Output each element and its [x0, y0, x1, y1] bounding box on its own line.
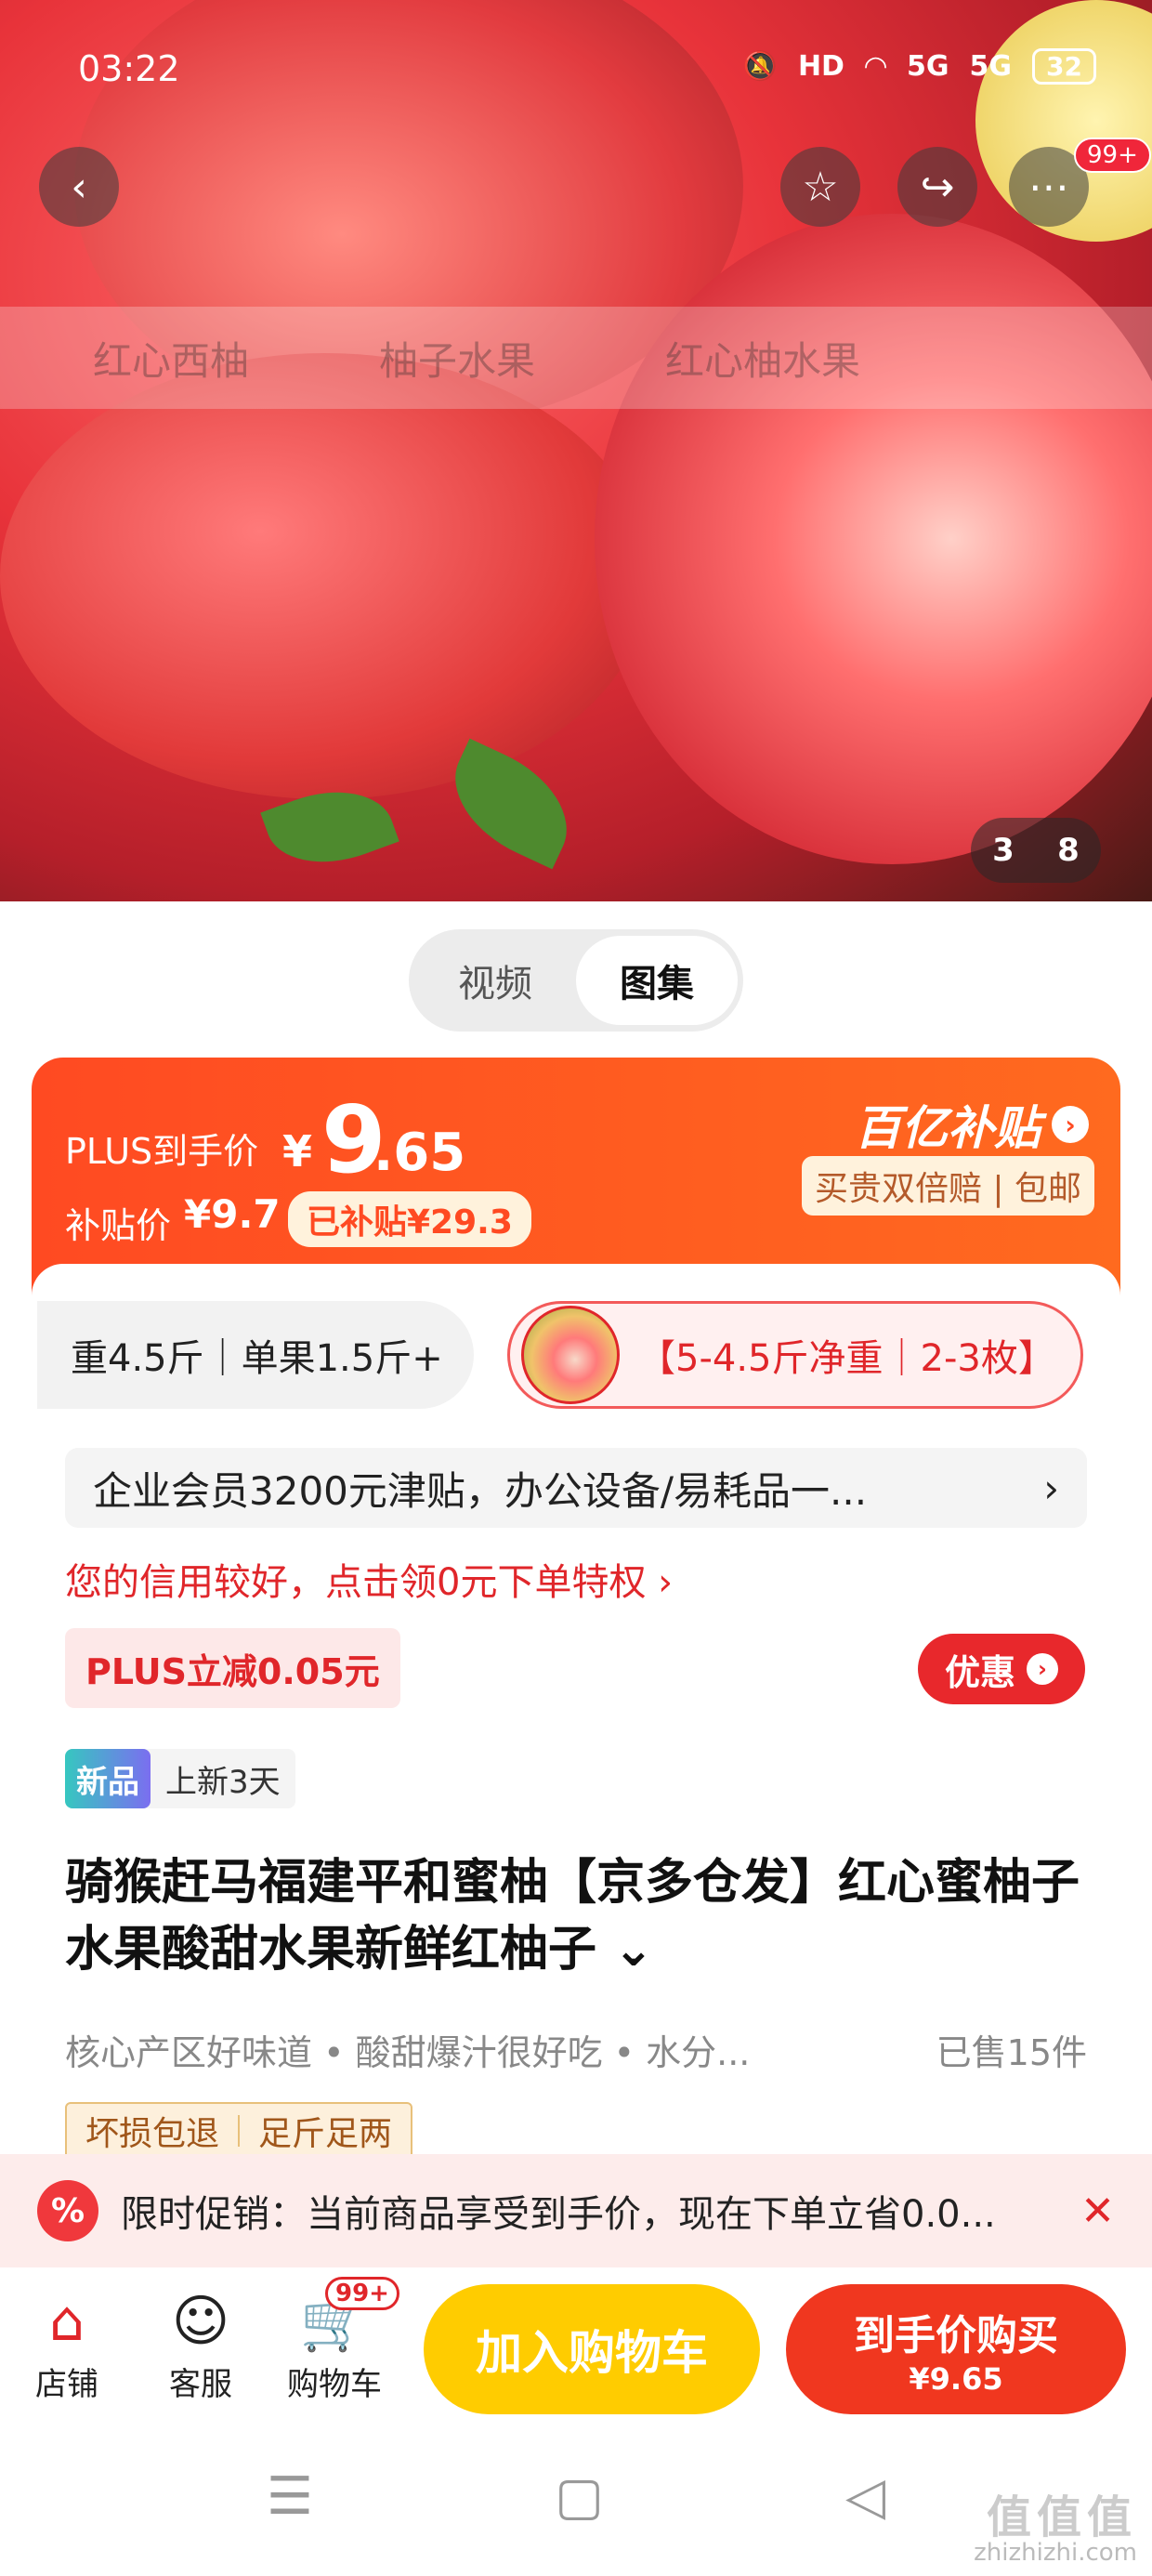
- billion-subsidy-link[interactable]: 百亿补贴 ›: [855, 1091, 1089, 1158]
- status-icons: 🔕 HD ◠ 5G 5G 32: [743, 48, 1096, 85]
- store-icon: ⌂: [48, 2289, 85, 2354]
- chat-smile-icon: ☺: [171, 2289, 230, 2354]
- spec-thumbnail: [521, 1306, 620, 1404]
- image-counter-total: 8: [1057, 832, 1080, 869]
- hd-icon: HD: [797, 50, 844, 83]
- product-features: 核心产区好味道 • 酸甜爆汁很好吃 • 水分...: [65, 2032, 751, 2073]
- chevron-right-icon: ›: [1043, 1465, 1059, 1511]
- subsidy-tagline: 买贵双倍赔 | 包邮: [801, 1156, 1094, 1216]
- menu-icon[interactable]: ☰: [267, 2466, 313, 2527]
- spec-option[interactable]: 重4.5斤｜单果1.5斤+: [37, 1301, 474, 1409]
- guarantee-tag: 足斤足两: [258, 2115, 393, 2153]
- customer-service-label: 客服: [169, 2366, 232, 2403]
- coupon-button[interactable]: 优惠 ›: [918, 1634, 1085, 1704]
- cart-count-badge: 99+: [325, 2277, 399, 2310]
- buy-now-label: 到手价购买: [854, 2312, 1058, 2359]
- store-label: 店铺: [35, 2366, 98, 2403]
- status-bar: 03:22 🔕 HD ◠ 5G 5G 32: [0, 0, 1152, 112]
- billion-subsidy-logo: 百亿补贴: [855, 1101, 1041, 1155]
- signal-icon: 5G: [969, 50, 1013, 83]
- price-decimal: .65: [373, 1123, 466, 1183]
- ghost-item: 红心西柚: [93, 337, 250, 384]
- subsidized-amount-pill: 已补贴¥29.3: [288, 1191, 531, 1247]
- customer-service-button[interactable]: ☺ 客服: [145, 2284, 256, 2404]
- add-to-cart-button[interactable]: 加入购物车: [424, 2284, 760, 2414]
- image-counter-current: 3: [992, 832, 1015, 869]
- product-image-carousel[interactable]: 红心西柚 柚子水果 红心柚水果 03:22 🔕 HD ◠ 5G 5G 32 ‹ …: [0, 0, 1152, 901]
- tab-gallery[interactable]: 图集: [576, 936, 738, 1025]
- battery-icon: 32: [1032, 48, 1096, 85]
- chevron-left-icon: ‹: [71, 163, 87, 211]
- sold-count: 已售15件: [936, 2032, 1087, 2073]
- store-button[interactable]: ⌂ 店铺: [11, 2284, 123, 2404]
- home-square-icon[interactable]: ▢: [555, 2466, 604, 2527]
- limited-promo-banner[interactable]: % 限时促销：当前商品享受到手价，现在下单立省0.0... ✕: [0, 2154, 1152, 2275]
- bottom-action-bar: ⌂ 店铺 ☺ 客服 🛒 购物车 99+ 加入购物车 到手价购买 ¥9.65: [0, 2267, 1152, 2416]
- back-button[interactable]: ‹: [39, 147, 119, 227]
- new-days-text: 上新3天: [165, 1763, 281, 1801]
- spec-option-selected[interactable]: 【5-4.5斤净重｜2-3枚】: [507, 1301, 1083, 1409]
- coupon-label: 优惠: [944, 1651, 1015, 1693]
- mute-icon: 🔕: [742, 50, 778, 83]
- pomelo-pulp-graphic: [0, 353, 650, 799]
- back-triangle-icon[interactable]: ◁: [845, 2466, 885, 2527]
- wifi-icon: ◠: [864, 50, 887, 83]
- product-page: 红心西柚 柚子水果 红心柚水果 03:22 🔕 HD ◠ 5G 5G 32 ‹ …: [0, 0, 1152, 2576]
- percent-icon: %: [37, 2180, 98, 2241]
- new-product-badge: 新品 上新3天: [65, 1749, 295, 1808]
- watermark-logo: 值值值: [986, 2491, 1137, 2543]
- more-dots-icon: ⋯: [1028, 163, 1069, 211]
- share-button[interactable]: ↪: [897, 147, 977, 227]
- currency-symbol: ¥: [282, 1126, 313, 1176]
- ghost-item: 柚子水果: [379, 337, 536, 384]
- chevron-right-icon: ›: [1052, 1106, 1089, 1143]
- new-tag: 新品: [65, 1749, 151, 1808]
- tab-video[interactable]: 视频: [414, 936, 576, 1025]
- search-suggestions-ghost: 红心西柚 柚子水果 红心柚水果: [0, 307, 1152, 409]
- watermark-url: zhizhizhi.com: [974, 2539, 1137, 2567]
- enterprise-promo-row[interactable]: 企业会员3200元津贴，办公设备/易耗品一... ›: [65, 1448, 1087, 1528]
- message-count-badge: 99+: [1074, 138, 1151, 173]
- subsidy-price-label: 补贴价: [65, 1205, 172, 1246]
- image-counter: 3 8: [971, 818, 1101, 883]
- plus-discount-tag: PLUS立减0.05元: [65, 1628, 400, 1708]
- limited-promo-text: 限时促销：当前商品享受到手价，现在下单立省0.0...: [121, 2193, 996, 2236]
- media-tabs: 视频 图集: [409, 929, 743, 1032]
- plus-price-label: PLUS到手价: [65, 1131, 259, 1172]
- product-title[interactable]: 骑猴赶马福建平和蜜柚【京多仓发】红心蜜柚子水果酸甜水果新鲜红柚子 ⌄: [65, 1849, 1087, 1983]
- ghost-item: 红心柚水果: [665, 337, 861, 384]
- buy-now-price: ¥9.65: [909, 2361, 1003, 2397]
- guarantee-tags: 坏损包退 足斤足两: [65, 2102, 413, 2160]
- credit-privilege-link[interactable]: 您的信用较好，点击领0元下单特权 ›: [65, 1552, 673, 1606]
- favorite-button[interactable]: ☆: [780, 147, 860, 227]
- buy-now-button[interactable]: 到手价购买 ¥9.65: [786, 2284, 1126, 2414]
- subsidy-price-value: ¥9.7: [184, 1191, 281, 1237]
- cart-label: 购物车: [287, 2366, 382, 2403]
- chevron-right-icon: ›: [1027, 1653, 1058, 1685]
- spec-option-label: 【5-4.5斤净重｜2-3枚】: [638, 1337, 1055, 1380]
- promo-text: 企业会员3200元津贴，办公设备/易耗品一...: [93, 1467, 868, 1514]
- star-icon: ☆: [802, 163, 839, 211]
- close-icon[interactable]: ✕: [1080, 2188, 1115, 2235]
- share-icon: ↪: [920, 163, 955, 211]
- signal-icon: 5G: [907, 50, 949, 83]
- status-time: 03:22: [78, 48, 180, 89]
- guarantee-tag: 坏损包退: [85, 2115, 220, 2153]
- watermark: 值值值 zhizhizhi.com: [974, 2495, 1137, 2567]
